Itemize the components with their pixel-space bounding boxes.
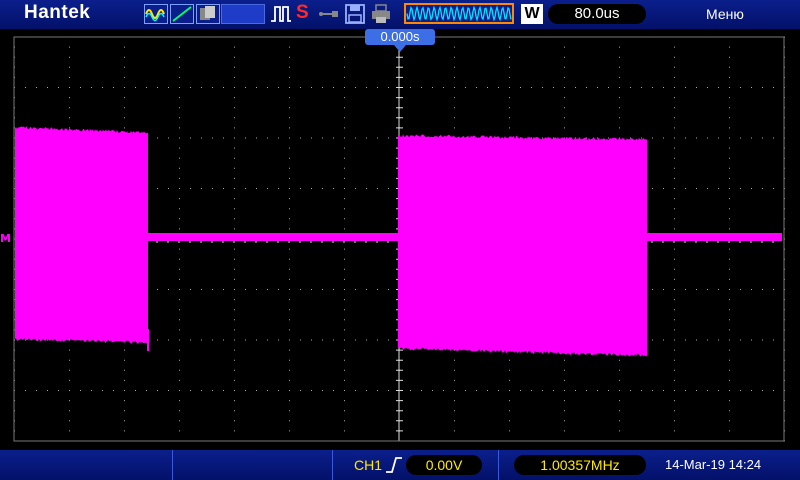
stop-icon[interactable]: S xyxy=(296,2,314,22)
trigger-level[interactable]: 0.00V xyxy=(406,455,482,475)
usb-icon xyxy=(318,4,340,24)
waveform-icon[interactable] xyxy=(144,4,168,24)
idle-segment-1 xyxy=(148,233,398,241)
trigger-channel[interactable]: CH1 xyxy=(354,457,382,473)
blank-slot xyxy=(221,4,265,24)
brand-logo: Hantek xyxy=(24,2,90,24)
channel-ground-marker[interactable]: M xyxy=(0,232,11,245)
window-mode-badge[interactable]: W xyxy=(521,4,543,24)
graticule xyxy=(0,29,800,450)
status-bar: CH1 0.00V 1.00357MHz 14-Mar-19 14:24 xyxy=(0,450,800,480)
ch1-trace xyxy=(15,127,782,357)
save-icon[interactable] xyxy=(344,4,366,24)
burst-edge-glitch xyxy=(147,329,149,351)
separator xyxy=(498,450,499,480)
burst-2 xyxy=(398,134,647,356)
timebase-readout[interactable]: 80.0us xyxy=(548,4,646,24)
trigger-position-marker[interactable]: 0.000s xyxy=(365,29,435,45)
trigger-marker-arrow xyxy=(394,45,406,52)
idle-segment-2 xyxy=(647,233,782,241)
menu-button[interactable]: Меню xyxy=(706,6,744,22)
separator xyxy=(172,450,173,480)
slope-icon[interactable] xyxy=(170,4,194,24)
pulse-icon[interactable] xyxy=(270,4,294,24)
top-toolbar: Hantek S W 80.0us Меню xyxy=(0,0,800,29)
rising-edge-icon[interactable] xyxy=(384,455,404,475)
frequency-readout: 1.00357MHz xyxy=(514,455,646,475)
print-icon[interactable] xyxy=(370,4,392,24)
separator xyxy=(332,450,333,480)
persistence-icon[interactable] xyxy=(196,4,220,24)
burst-1 xyxy=(15,127,148,344)
oscilloscope-screen: 0.000s M xyxy=(0,29,800,450)
date-time: 14-Mar-19 14:24 xyxy=(665,457,761,472)
waveform-overview[interactable] xyxy=(404,3,514,24)
